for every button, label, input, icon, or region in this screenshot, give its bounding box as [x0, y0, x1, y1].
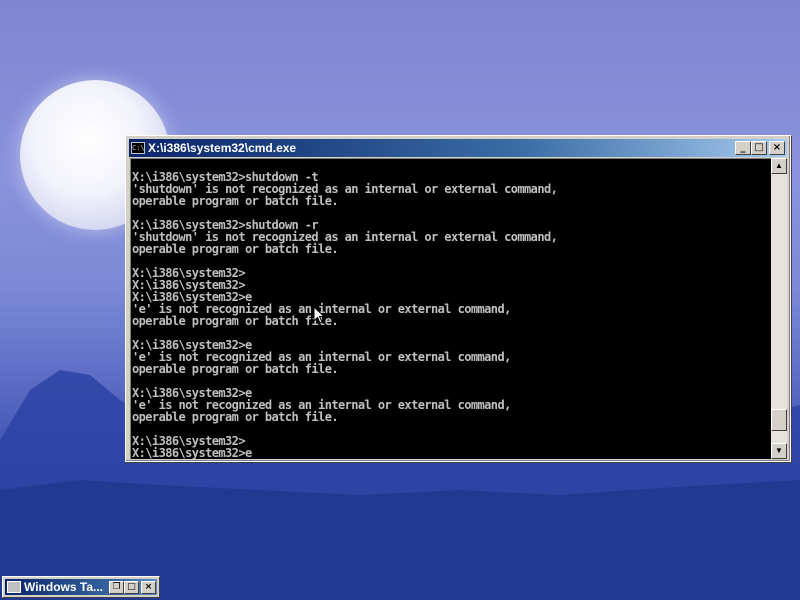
close-button[interactable]: × — [141, 580, 156, 594]
minimized-window-title: Windows Ta... — [24, 580, 104, 594]
console-line: operable program or batch file. — [132, 314, 339, 328]
minimized-window-buttons: ❐ □ × — [109, 580, 157, 594]
restore-button[interactable]: ❐ — [109, 580, 124, 594]
console-output[interactable]: X:\i386\system32>shutdown -t 'shutdown' … — [130, 158, 771, 459]
console-line: operable program or batch file. — [132, 194, 339, 208]
console-window-title: X:\i386\system32\cmd.exe — [148, 141, 297, 155]
minimized-window-titlebar[interactable]: Windows Ta... ❐ □ × — [5, 579, 157, 595]
scroll-up-button[interactable]: ▲ — [771, 158, 787, 174]
console-titlebar[interactable]: C:\ X:\i386\system32\cmd.exe _ □ × — [129, 139, 787, 157]
maximize-button[interactable]: □ — [124, 580, 139, 594]
console-line: operable program or batch file. — [132, 362, 339, 376]
mouse-pointer-icon — [313, 306, 325, 324]
scrollbar-thumb[interactable] — [771, 409, 787, 431]
minimize-button[interactable]: _ — [735, 141, 751, 155]
console-line: operable program or batch file. — [132, 242, 339, 256]
title-buttons: _ □ × — [735, 141, 787, 155]
maximize-button[interactable]: □ — [751, 141, 767, 155]
console-window[interactable]: C:\ X:\i386\system32\cmd.exe _ □ × X:\i3… — [125, 135, 791, 462]
window-icon — [7, 581, 21, 593]
minimized-window[interactable]: Windows Ta... ❐ □ × — [2, 576, 160, 598]
scroll-down-button[interactable]: ▼ — [771, 443, 787, 459]
console-line: operable program or batch file. — [132, 410, 339, 424]
cmd-icon[interactable]: C:\ — [131, 142, 145, 154]
close-button[interactable]: × — [769, 141, 785, 155]
console-line: X:\i386\system32>e — [132, 446, 252, 459]
vertical-scrollbar[interactable]: ▲ ▼ — [771, 158, 787, 459]
